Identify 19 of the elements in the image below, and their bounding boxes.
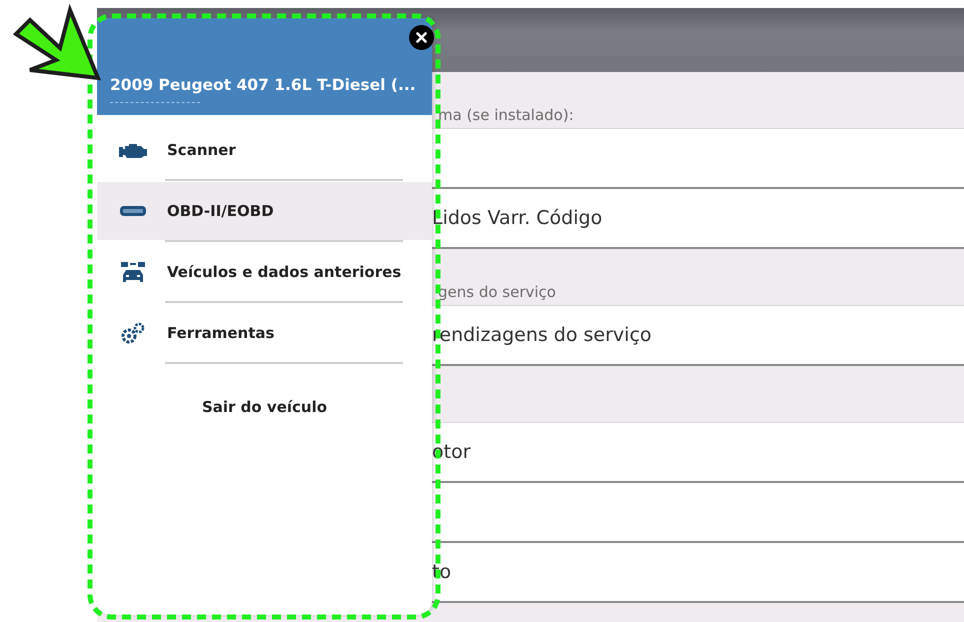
section-label: ma (se instalado): bbox=[438, 106, 574, 124]
gears-icon bbox=[121, 322, 145, 344]
exit-vehicle-button[interactable]: Sair do veículo bbox=[194, 394, 336, 420]
menu-item[interactable]: OBD-II/EOBD bbox=[97, 182, 432, 240]
menu-item-label: Scanner bbox=[167, 141, 236, 159]
menu-item[interactable]: Ferramentas bbox=[97, 304, 432, 362]
menu-item[interactable]: Scanner bbox=[97, 121, 432, 179]
menu-item-label: OBD-II/EOBD bbox=[167, 202, 274, 220]
menu-item-label: Veículos e dados anteriores bbox=[167, 263, 402, 281]
engine-icon bbox=[119, 142, 147, 158]
row-label: rendizagens do serviço bbox=[432, 324, 652, 346]
vehicle-title: 2009 Peugeot 407 1.6L T-Diesel (... bbox=[110, 76, 417, 94]
section-label: gens do serviço bbox=[438, 283, 556, 301]
cars-icon bbox=[120, 261, 146, 283]
connector-icon bbox=[120, 206, 146, 216]
close-button[interactable] bbox=[409, 25, 434, 50]
close-icon bbox=[416, 32, 427, 43]
menu-item-label: Ferramentas bbox=[167, 324, 274, 342]
row-label: Lidos Varr. Código bbox=[432, 207, 602, 229]
